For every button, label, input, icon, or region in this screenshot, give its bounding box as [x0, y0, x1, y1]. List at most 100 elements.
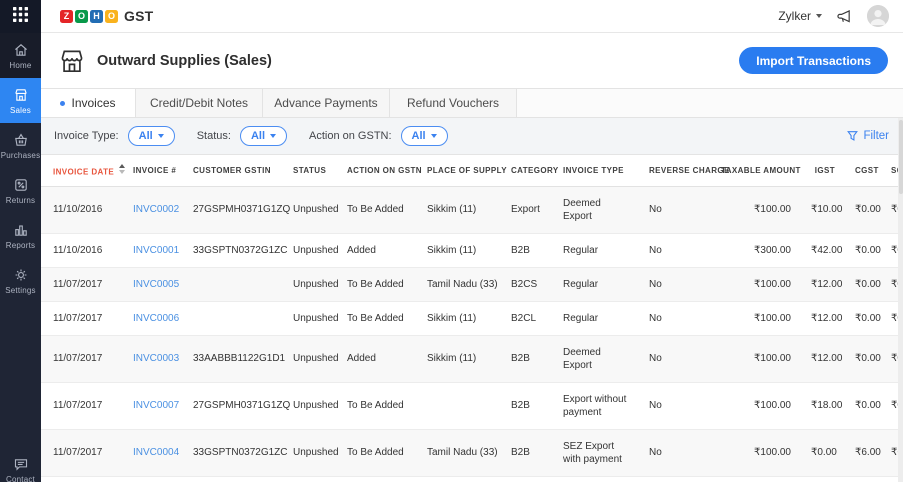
column-header-reverse_charge[interactable]: REVERSE CHARGE	[637, 155, 709, 186]
sidebar: Home Sales Purchases Returns	[0, 0, 41, 482]
invoice-row[interactable]: 11/07/2017INVC000333AABBB1122G1D1Unpushe…	[41, 335, 903, 382]
cell-invoice_no[interactable]: INVC0002	[121, 186, 181, 233]
sidebar-item-sales[interactable]: Sales	[0, 78, 41, 123]
cell-invoice_no[interactable]: INVC0003	[121, 335, 181, 382]
action-on-gstn-dropdown[interactable]: All	[401, 126, 448, 146]
app-grid-button[interactable]	[0, 0, 41, 33]
cell-customer_gstin	[181, 301, 281, 335]
vertical-scrollbar[interactable]	[898, 118, 903, 482]
cell-place_of_supply: Sikkim (11)	[415, 233, 499, 267]
tab-invoices[interactable]: Invoices	[41, 89, 136, 117]
user-avatar[interactable]	[867, 5, 889, 27]
tabs-filler	[517, 89, 903, 117]
column-header-action_on_gstn[interactable]: ACTION ON GSTN	[335, 155, 415, 186]
cell-category: B2B	[499, 233, 551, 267]
storefront-icon	[13, 87, 29, 103]
column-header-igst[interactable]: IGST	[799, 155, 843, 186]
cell-place_of_supply: Sikkim (11)	[415, 301, 499, 335]
cell-invoice_no[interactable]: INVC0004	[121, 429, 181, 476]
chevron-down-icon	[816, 14, 822, 18]
cell-igst: ₹18.00	[799, 382, 843, 429]
invoice-row[interactable]: 11/07/2017INVC000433GSPTN0372G1ZCUnpushe…	[41, 429, 903, 476]
column-header-place_of_supply[interactable]: PLACE OF SUPPLY	[415, 155, 499, 186]
cell-igst: ₹12.00	[799, 335, 843, 382]
invoice-row[interactable]: 11/10/2016INVC000133GSPTN0372G1ZCUnpushe…	[41, 233, 903, 267]
tab-advance-payments[interactable]: Advance Payments	[263, 89, 390, 117]
cell-place_of_supply	[415, 382, 499, 429]
cell-category: Export	[499, 186, 551, 233]
tab-refund-vouchers[interactable]: Refund Vouchers	[390, 89, 517, 117]
cell-action_on_gstn: To Be Added	[335, 301, 415, 335]
sidebar-item-contact[interactable]: Contact	[0, 448, 41, 482]
cell-status: Unpushed	[281, 429, 335, 476]
import-transactions-button[interactable]: Import Transactions	[739, 47, 888, 74]
gear-icon	[13, 267, 29, 283]
sidebar-item-label: Returns	[6, 196, 35, 205]
funnel-icon	[847, 130, 858, 142]
cell-status: Unpushed	[281, 267, 335, 301]
column-header-status[interactable]: STATUS	[281, 155, 335, 186]
column-header-invoice_no[interactable]: INVOICE #	[121, 155, 181, 186]
cell-place_of_supply: Tamil Nadu (33)	[415, 429, 499, 476]
filter-label: Invoice Type:	[54, 130, 119, 142]
sidebar-item-returns[interactable]: Returns	[0, 168, 41, 213]
tab-label: Advance Payments	[274, 96, 377, 110]
cell-reverse_charge: No	[637, 429, 709, 476]
org-selector[interactable]: Zylker	[778, 9, 822, 23]
cell-invoice_date: 11/10/2016	[41, 186, 121, 233]
cell-invoice_type: Deemed Export	[551, 335, 637, 382]
column-header-taxable_amount[interactable]: TAXABLE AMOUNT	[709, 155, 799, 186]
logo-tile: H	[90, 10, 103, 23]
sidebar-item-reports[interactable]: Reports	[0, 213, 41, 258]
cell-place_of_supply: Sikkim (11)	[415, 335, 499, 382]
cell-invoice_no[interactable]: INVC0005	[121, 267, 181, 301]
cell-taxable_amount: ₹100.00	[709, 382, 799, 429]
sidebar-item-purchases[interactable]: Purchases	[0, 123, 41, 168]
cell-invoice_no[interactable]: INVC0001	[121, 233, 181, 267]
column-header-customer_gstin[interactable]: CUSTOMER GSTIN	[181, 155, 281, 186]
column-header-invoice_date[interactable]: INVOICE DATE	[41, 155, 121, 186]
status-dropdown[interactable]: All	[240, 126, 287, 146]
dropdown-value: All	[251, 130, 265, 142]
cell-invoice_date: 11/07/2017	[41, 335, 121, 382]
cell-cgst: ₹0.00	[843, 382, 885, 429]
tab-credit-debit-notes[interactable]: Credit/Debit Notes	[136, 89, 263, 117]
invoice-row[interactable]: 11/07/2017INVC0005UnpushedTo Be AddedTam…	[41, 267, 903, 301]
announcements-button[interactable]	[836, 8, 853, 25]
cell-reverse_charge: No	[637, 335, 709, 382]
cell-igst: ₹0.00	[799, 429, 843, 476]
sidebar-item-settings[interactable]: Settings	[0, 258, 41, 303]
cell-category: B2CL	[499, 301, 551, 335]
cell-invoice_type: Regular	[551, 233, 637, 267]
cell-customer_gstin: 33GSPTN0372G1ZC	[181, 429, 281, 476]
cell-action_on_gstn: To Be Added	[335, 267, 415, 301]
cell-place_of_supply: Sikkim (11)	[415, 186, 499, 233]
cell-cgst: ₹0.00	[843, 233, 885, 267]
cell-reverse_charge: No	[637, 186, 709, 233]
cell-taxable_amount: ₹100.00	[709, 335, 799, 382]
cell-taxable_amount: ₹100.00	[709, 267, 799, 301]
cell-invoice_no[interactable]: INVC0006	[121, 301, 181, 335]
cell-invoice_date: 11/10/2016	[41, 233, 121, 267]
invoice-type-dropdown[interactable]: All	[128, 126, 175, 146]
filter-button[interactable]: Filter	[847, 130, 889, 142]
cell-customer_gstin: 33AABBB1122G1D1	[181, 335, 281, 382]
invoice-row[interactable]: 11/10/2016INVC000227GSPMH0371G1ZQUnpushe…	[41, 186, 903, 233]
scrollbar-thumb[interactable]	[899, 120, 903, 194]
dropdown-value: All	[139, 130, 153, 142]
sidebar-item-home[interactable]: Home	[0, 33, 41, 78]
cell-invoice_type: SEZ Export with payment	[551, 429, 637, 476]
cell-status: Unpushed	[281, 335, 335, 382]
cell-reverse_charge: No	[637, 382, 709, 429]
grid-icon	[13, 7, 28, 27]
column-header-invoice_type[interactable]: INVOICE TYPE	[551, 155, 637, 186]
cell-reverse_charge: No	[637, 301, 709, 335]
invoices-table-container: INVOICE DATEINVOICE #CUSTOMER GSTINSTATU…	[41, 155, 903, 482]
invoice-row[interactable]: 11/07/2017INVC0006UnpushedTo Be AddedSik…	[41, 301, 903, 335]
cell-invoice_type: Regular	[551, 267, 637, 301]
cell-status: Unpushed	[281, 233, 335, 267]
column-header-cgst[interactable]: CGST	[843, 155, 885, 186]
cell-invoice_no[interactable]: INVC0007	[121, 382, 181, 429]
invoice-row[interactable]: 11/07/2017INVC000727GSPMH0371G1ZQUnpushe…	[41, 382, 903, 429]
person-icon	[867, 5, 889, 27]
